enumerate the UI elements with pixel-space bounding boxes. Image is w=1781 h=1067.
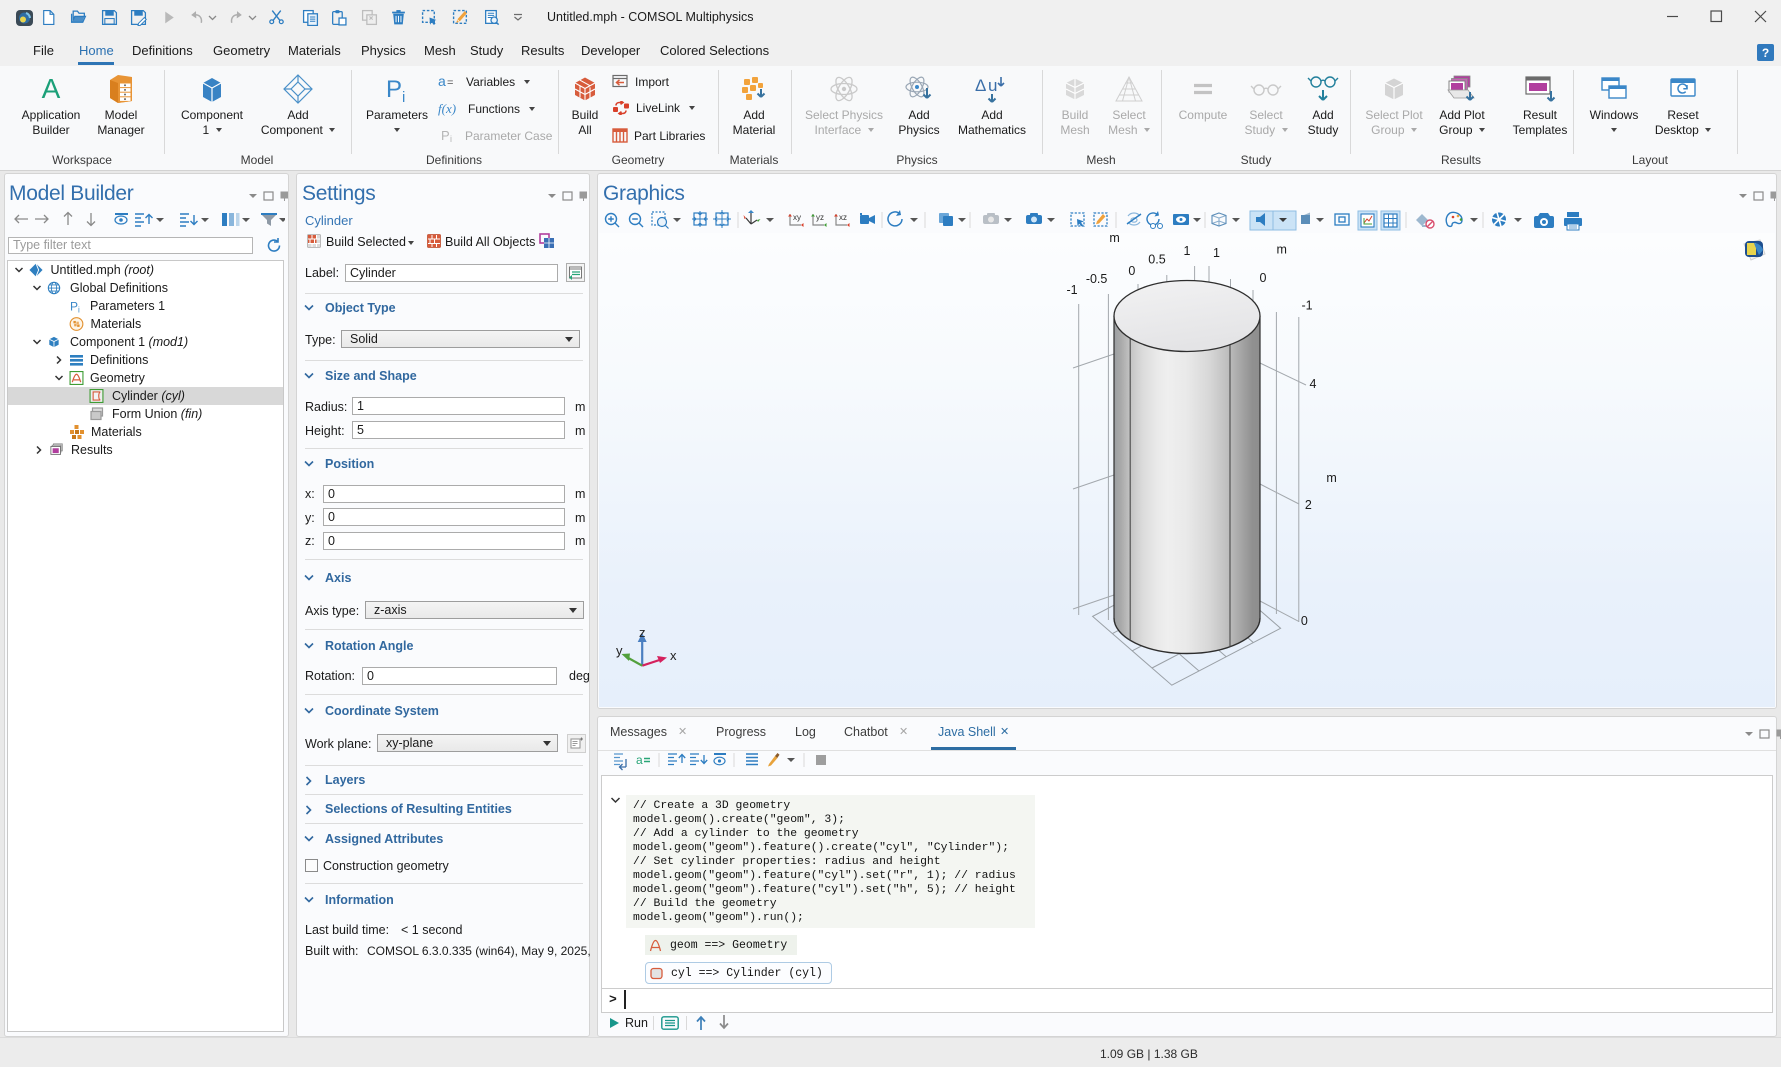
svg-text:z: z	[639, 625, 646, 640]
svg-text:A: A	[42, 74, 61, 104]
svg-text:-1: -1	[1066, 283, 1077, 297]
svg-text:i: i	[402, 89, 405, 104]
svg-text:u: u	[988, 76, 997, 95]
svg-text:0.5: 0.5	[1148, 253, 1165, 267]
svg-text:f(x): f(x)	[438, 101, 456, 116]
svg-text:1: 1	[1184, 244, 1191, 258]
svg-text:xz: xz	[839, 213, 847, 222]
svg-text:4: 4	[1310, 377, 1317, 391]
svg-text:P: P	[386, 76, 402, 103]
svg-text:yz: yz	[816, 213, 824, 222]
svg-text:xy: xy	[793, 213, 801, 222]
svg-text:x: x	[670, 648, 677, 663]
svg-text:0: 0	[1260, 271, 1267, 285]
svg-text:-0.5: -0.5	[1086, 272, 1108, 286]
svg-text:m: m	[1109, 233, 1119, 245]
svg-text:m: m	[1276, 243, 1286, 257]
svg-text:P: P	[441, 128, 450, 143]
svg-text:?: ?	[1762, 46, 1769, 60]
svg-text:a: a	[438, 74, 446, 89]
svg-text:y: y	[616, 643, 623, 658]
svg-text:P: P	[70, 300, 78, 314]
svg-text:i: i	[78, 306, 80, 314]
svg-text:a: a	[636, 753, 643, 767]
svg-text:m: m	[1326, 471, 1336, 485]
svg-text:0: 0	[1128, 264, 1135, 278]
svg-text:0: 0	[1301, 614, 1308, 628]
svg-text:-1: -1	[1301, 299, 1312, 313]
svg-text:Δ: Δ	[975, 76, 986, 95]
svg-text:i: i	[450, 134, 452, 143]
svg-text:2: 2	[1305, 498, 1312, 512]
svg-text:1: 1	[1213, 246, 1220, 260]
svg-text:=: =	[447, 77, 453, 89]
